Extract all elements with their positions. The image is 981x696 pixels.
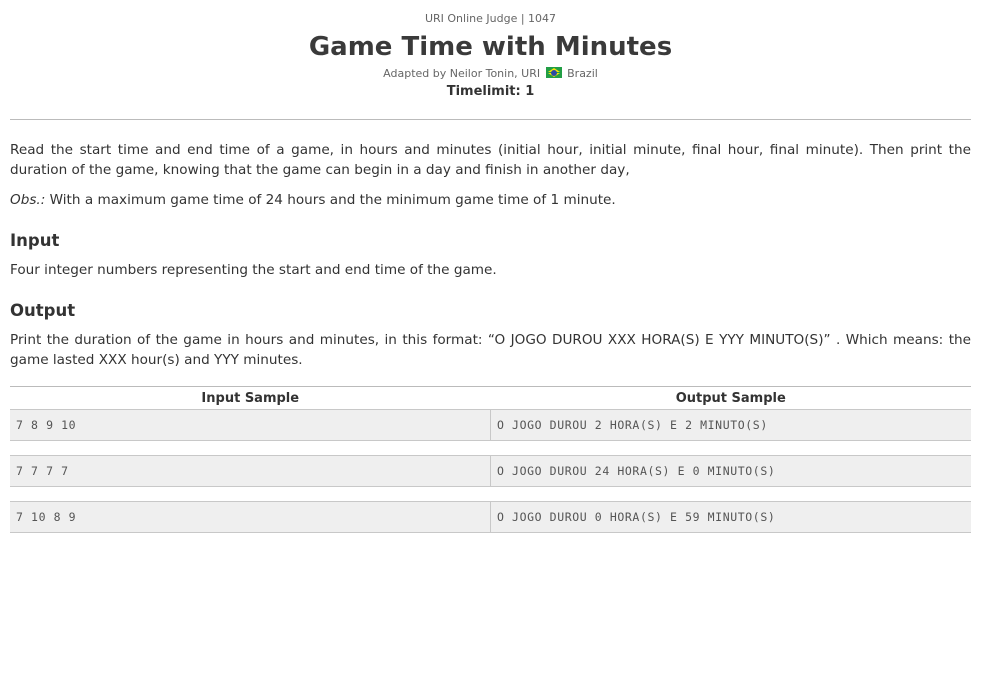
table-row: 7 10 8 9 O JOGO DUROU 0 HORA(S) E 59 MIN…: [10, 501, 971, 533]
brazil-flag-icon: [545, 67, 562, 78]
table-row: 7 7 7 7 O JOGO DUROU 24 HORA(S) E 0 MINU…: [10, 455, 971, 487]
sample-output-cell[interactable]: O JOGO DUROU 2 HORA(S) E 2 MINUTO(S): [490, 409, 971, 441]
problem-page: URI Online Judge | 1047 Game Time with M…: [10, 0, 971, 533]
obs-text: With a maximum game time of 24 hours and…: [45, 192, 616, 208]
table-row: 7 8 9 10 O JOGO DUROU 2 HORA(S) E 2 MINU…: [10, 409, 971, 441]
row-spacer: [10, 486, 971, 502]
sample-input-cell[interactable]: 7 7 7 7: [10, 455, 491, 487]
country-label: Brazil: [567, 67, 598, 80]
input-heading: Input: [10, 231, 60, 250]
spacer-cell: [10, 440, 971, 456]
author-line: Adapted by Neilor Tonin, URI Brazil: [10, 66, 971, 82]
sample-output-cell[interactable]: O JOGO DUROU 24 HORA(S) E 0 MINUTO(S): [490, 455, 971, 487]
author-text: Adapted by Neilor Tonin, URI: [383, 67, 541, 80]
sample-input-cell[interactable]: 7 8 9 10: [10, 409, 491, 441]
sample-input-cell[interactable]: 7 10 8 9: [10, 501, 491, 533]
output-description: Print the duration of the game in hours …: [10, 332, 971, 368]
samples-header-row: Input Sample Output Sample: [10, 386, 971, 410]
problem-header: URI Online Judge | 1047 Game Time with M…: [10, 0, 971, 101]
spacer-cell: [10, 486, 971, 502]
row-spacer: [10, 440, 971, 456]
output-sample-header: Output Sample: [490, 386, 971, 410]
problem-description: Read the start time and end time of a ga…: [10, 140, 971, 210]
sample-output-cell[interactable]: O JOGO DUROU 0 HORA(S) E 59 MINUTO(S): [490, 501, 971, 533]
obs-label: Obs.:: [10, 192, 46, 208]
samples-table: Input Sample Output Sample 7 8 9 10 O JO…: [10, 386, 971, 533]
judge-label: URI Online Judge | 1047: [424, 12, 557, 25]
timelimit-label: Timelimit: 1: [446, 84, 535, 99]
input-sample-header: Input Sample: [10, 386, 491, 410]
input-description: Four integer numbers representing the st…: [10, 262, 497, 278]
output-heading: Output: [10, 301, 76, 320]
obs-paragraph: Obs.: With a maximum game time of 24 hou…: [10, 190, 971, 210]
page-title: Game Time with Minutes: [308, 32, 673, 62]
header-divider: [10, 119, 971, 120]
description-paragraph: Read the start time and end time of a ga…: [10, 142, 971, 178]
